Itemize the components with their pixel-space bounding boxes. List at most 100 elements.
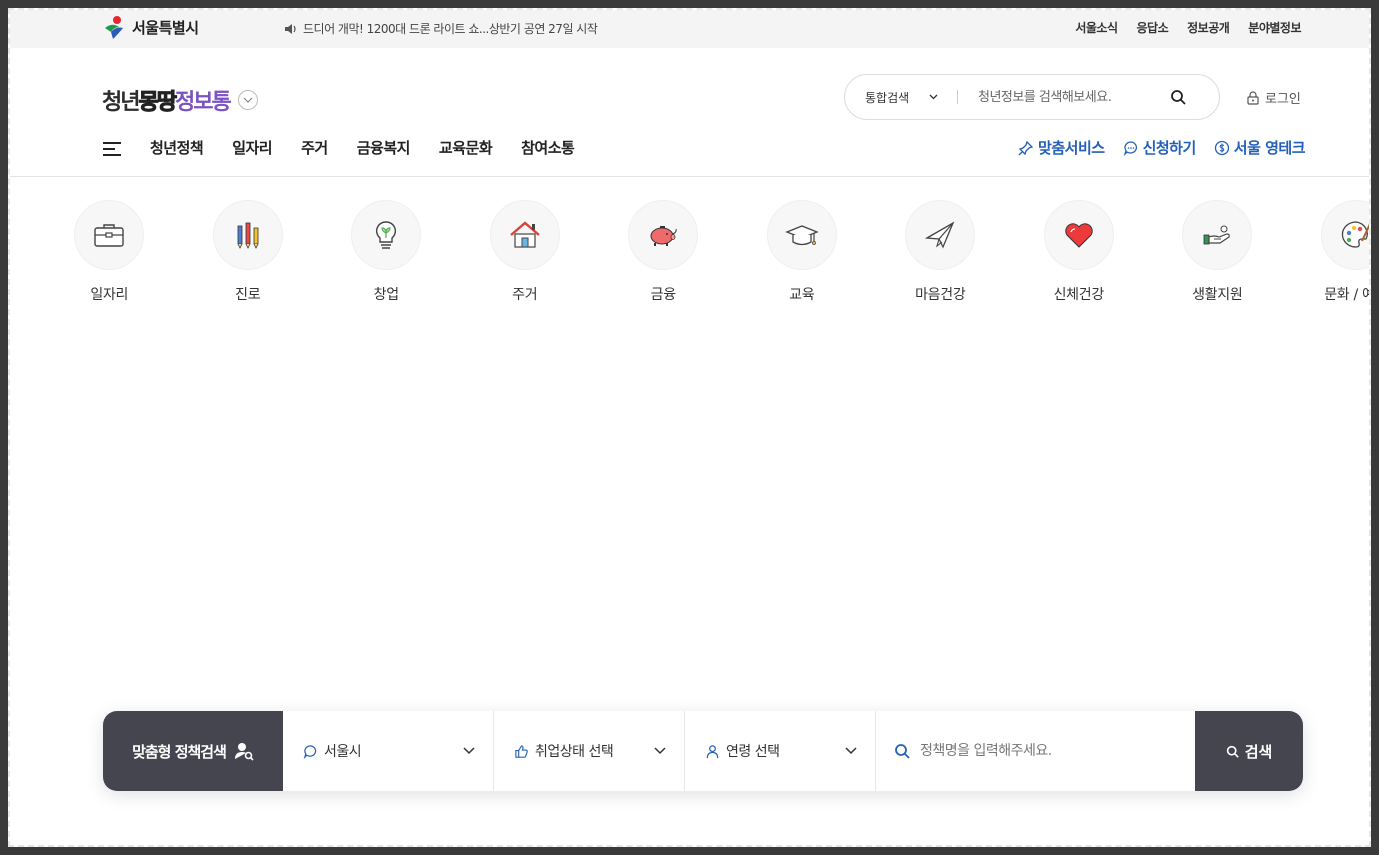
category-mental-health[interactable]: 마음건강 xyxy=(871,200,1010,304)
category-label: 금융 xyxy=(650,287,676,303)
hand-icon xyxy=(1203,225,1231,245)
util-link-eungdapso[interactable]: 응답소 xyxy=(1137,19,1169,36)
category-housing[interactable]: 주거 xyxy=(456,200,595,304)
region-select[interactable]: 서울시 xyxy=(283,711,494,791)
employment-value: 취업상태 선택 xyxy=(535,744,614,760)
seoul-emblem-icon xyxy=(105,16,123,39)
nav-item-jobs[interactable]: 일자리 xyxy=(232,137,272,158)
category-label: 일자리 xyxy=(90,287,129,303)
nav-item-housing[interactable]: 주거 xyxy=(301,137,328,158)
search-icon xyxy=(1226,745,1239,758)
category-label: 생활지원 xyxy=(1192,287,1243,303)
category-education[interactable]: 교육 xyxy=(733,200,872,304)
search-input[interactable] xyxy=(958,89,1168,105)
login-link[interactable]: 로그인 xyxy=(1247,88,1301,107)
category-icon-wrap xyxy=(1320,200,1369,270)
utility-bar: 서울특별시 드디어 개막! 1200대 드론 라이트 쇼...상반기 공연 27… xyxy=(10,10,1369,48)
category-startup[interactable]: 창업 xyxy=(317,200,456,304)
hamburger-menu-icon[interactable] xyxy=(102,141,122,157)
chevron-down-icon xyxy=(243,97,253,103)
nav-right-links: 맞춤서비스 신청하기 서울 영테크 xyxy=(1018,137,1306,158)
search-category-label: 통합검색 xyxy=(865,90,910,105)
category-icon-wrap xyxy=(74,200,145,270)
lock-icon xyxy=(1247,90,1259,105)
category-label: 주거 xyxy=(512,287,538,303)
logo-part-infotong: 정보통 xyxy=(174,90,232,115)
category-icon-wrap xyxy=(1182,200,1253,270)
custom-search-button[interactable]: 검색 xyxy=(1195,711,1303,791)
category-physical-health[interactable]: 신체건강 xyxy=(1010,200,1149,304)
user-search-icon xyxy=(234,743,254,761)
category-label: 마음건강 xyxy=(915,287,966,303)
global-search: 통합검색 xyxy=(844,74,1220,120)
category-culture-arts[interactable]: 문화 / 예술 xyxy=(1287,200,1369,304)
apply-link[interactable]: 신청하기 xyxy=(1123,137,1196,158)
category-icon-wrap xyxy=(766,200,837,270)
chevron-down-icon xyxy=(845,747,857,755)
chevron-down-icon xyxy=(463,747,475,755)
main-nav: 청년정책 일자리 주거 금융복지 교육문화 참여소통 xyxy=(150,137,575,158)
coin-icon xyxy=(1214,140,1229,155)
seoul-city-logo[interactable]: 서울특별시 xyxy=(102,14,199,40)
nav-item-education-culture[interactable]: 교육문화 xyxy=(439,137,493,158)
house-icon xyxy=(509,221,540,248)
util-link-field-info[interactable]: 분야별정보 xyxy=(1248,19,1301,36)
age-value: 연령 선택 xyxy=(726,744,780,760)
category-label: 교육 xyxy=(789,287,815,303)
category-label: 진로 xyxy=(235,287,261,303)
region-select-label: 서울시 xyxy=(303,741,362,761)
policy-name-input[interactable] xyxy=(920,743,1180,759)
chevron-down-icon xyxy=(654,747,666,755)
login-label: 로그인 xyxy=(1265,92,1301,107)
search-icon xyxy=(895,744,910,759)
category-career[interactable]: 진로 xyxy=(179,200,318,304)
category-living-support[interactable]: 생활지원 xyxy=(1148,200,1287,304)
logo-part-youth: 청년 xyxy=(102,90,141,115)
header-divider xyxy=(10,176,1369,177)
chat-bubble-icon xyxy=(303,744,317,759)
category-label: 신체건강 xyxy=(1053,287,1105,303)
heart-icon xyxy=(1065,223,1093,248)
pin-icon xyxy=(1018,140,1034,155)
notice-text: 드디어 개막! 1200대 드론 라이트 쇼...상반기 공연 27일 시작 xyxy=(303,22,598,36)
thumbs-up-icon xyxy=(515,744,528,758)
employment-status-select[interactable]: 취업상태 선택 xyxy=(494,711,685,791)
city-name: 서울특별시 xyxy=(132,18,199,37)
custom-policy-search: 맞춤형 정책검색 서울시 취업상태 선택 연령 선택 정책명을 입력해주세요. … xyxy=(103,711,1303,791)
util-link-info-disclosure[interactable]: 정보공개 xyxy=(1187,19,1230,36)
seoul-youngtech-link[interactable]: 서울 영테크 xyxy=(1214,137,1306,158)
region-value: 서울시 xyxy=(324,744,362,760)
category-list: 일자리 진로 창업 주거 금융 교육 마음건강 신체건강 생활지원 문화 / xyxy=(40,200,1369,304)
nav-item-youth-policy[interactable]: 청년정책 xyxy=(150,137,204,158)
page-frame: 서울특별시 드디어 개막! 1200대 드론 라이트 쇼...상반기 공연 27… xyxy=(8,8,1371,847)
search-button[interactable] xyxy=(1168,87,1188,107)
category-finance[interactable]: 금융 xyxy=(594,200,733,304)
briefcase-icon xyxy=(94,224,124,247)
custom-search-button-label: 검색 xyxy=(1244,742,1273,761)
age-select[interactable]: 연령 선택 xyxy=(685,711,876,791)
palette-icon xyxy=(1341,221,1369,248)
paper-plane-icon xyxy=(925,221,955,249)
age-select-label: 연령 선택 xyxy=(705,741,780,761)
policy-name-field xyxy=(876,711,1195,791)
search-category-select[interactable]: 통합검색 xyxy=(845,89,957,106)
category-icon-wrap xyxy=(1043,200,1114,270)
person-icon xyxy=(706,744,719,758)
category-label: 문화 / 예술 xyxy=(1324,287,1369,303)
site-logo[interactable]: 청년몽땅정보통 xyxy=(102,84,258,116)
util-link-seoul-news[interactable]: 서울소식 xyxy=(1075,19,1118,36)
custom-service-label: 맞춤서비스 xyxy=(1038,139,1105,157)
custom-search-title: 맞춤형 정책검색 xyxy=(103,711,283,791)
speaker-icon xyxy=(285,23,296,34)
apply-label: 신청하기 xyxy=(1142,139,1197,157)
category-icon-wrap xyxy=(628,200,699,270)
category-icon-wrap xyxy=(905,200,976,270)
category-icon-wrap xyxy=(489,200,560,270)
notice-ticker[interactable]: 드디어 개막! 1200대 드론 라이트 쇼...상반기 공연 27일 시작 xyxy=(284,20,598,37)
category-jobs[interactable]: 일자리 xyxy=(40,200,179,304)
nav-item-participation[interactable]: 참여소통 xyxy=(521,137,575,158)
nav-item-finance-welfare[interactable]: 금융복지 xyxy=(357,137,411,158)
employment-select-label: 취업상태 선택 xyxy=(514,741,614,761)
custom-service-link[interactable]: 맞춤서비스 xyxy=(1018,137,1105,158)
logo-dropdown-toggle[interactable] xyxy=(237,90,258,110)
